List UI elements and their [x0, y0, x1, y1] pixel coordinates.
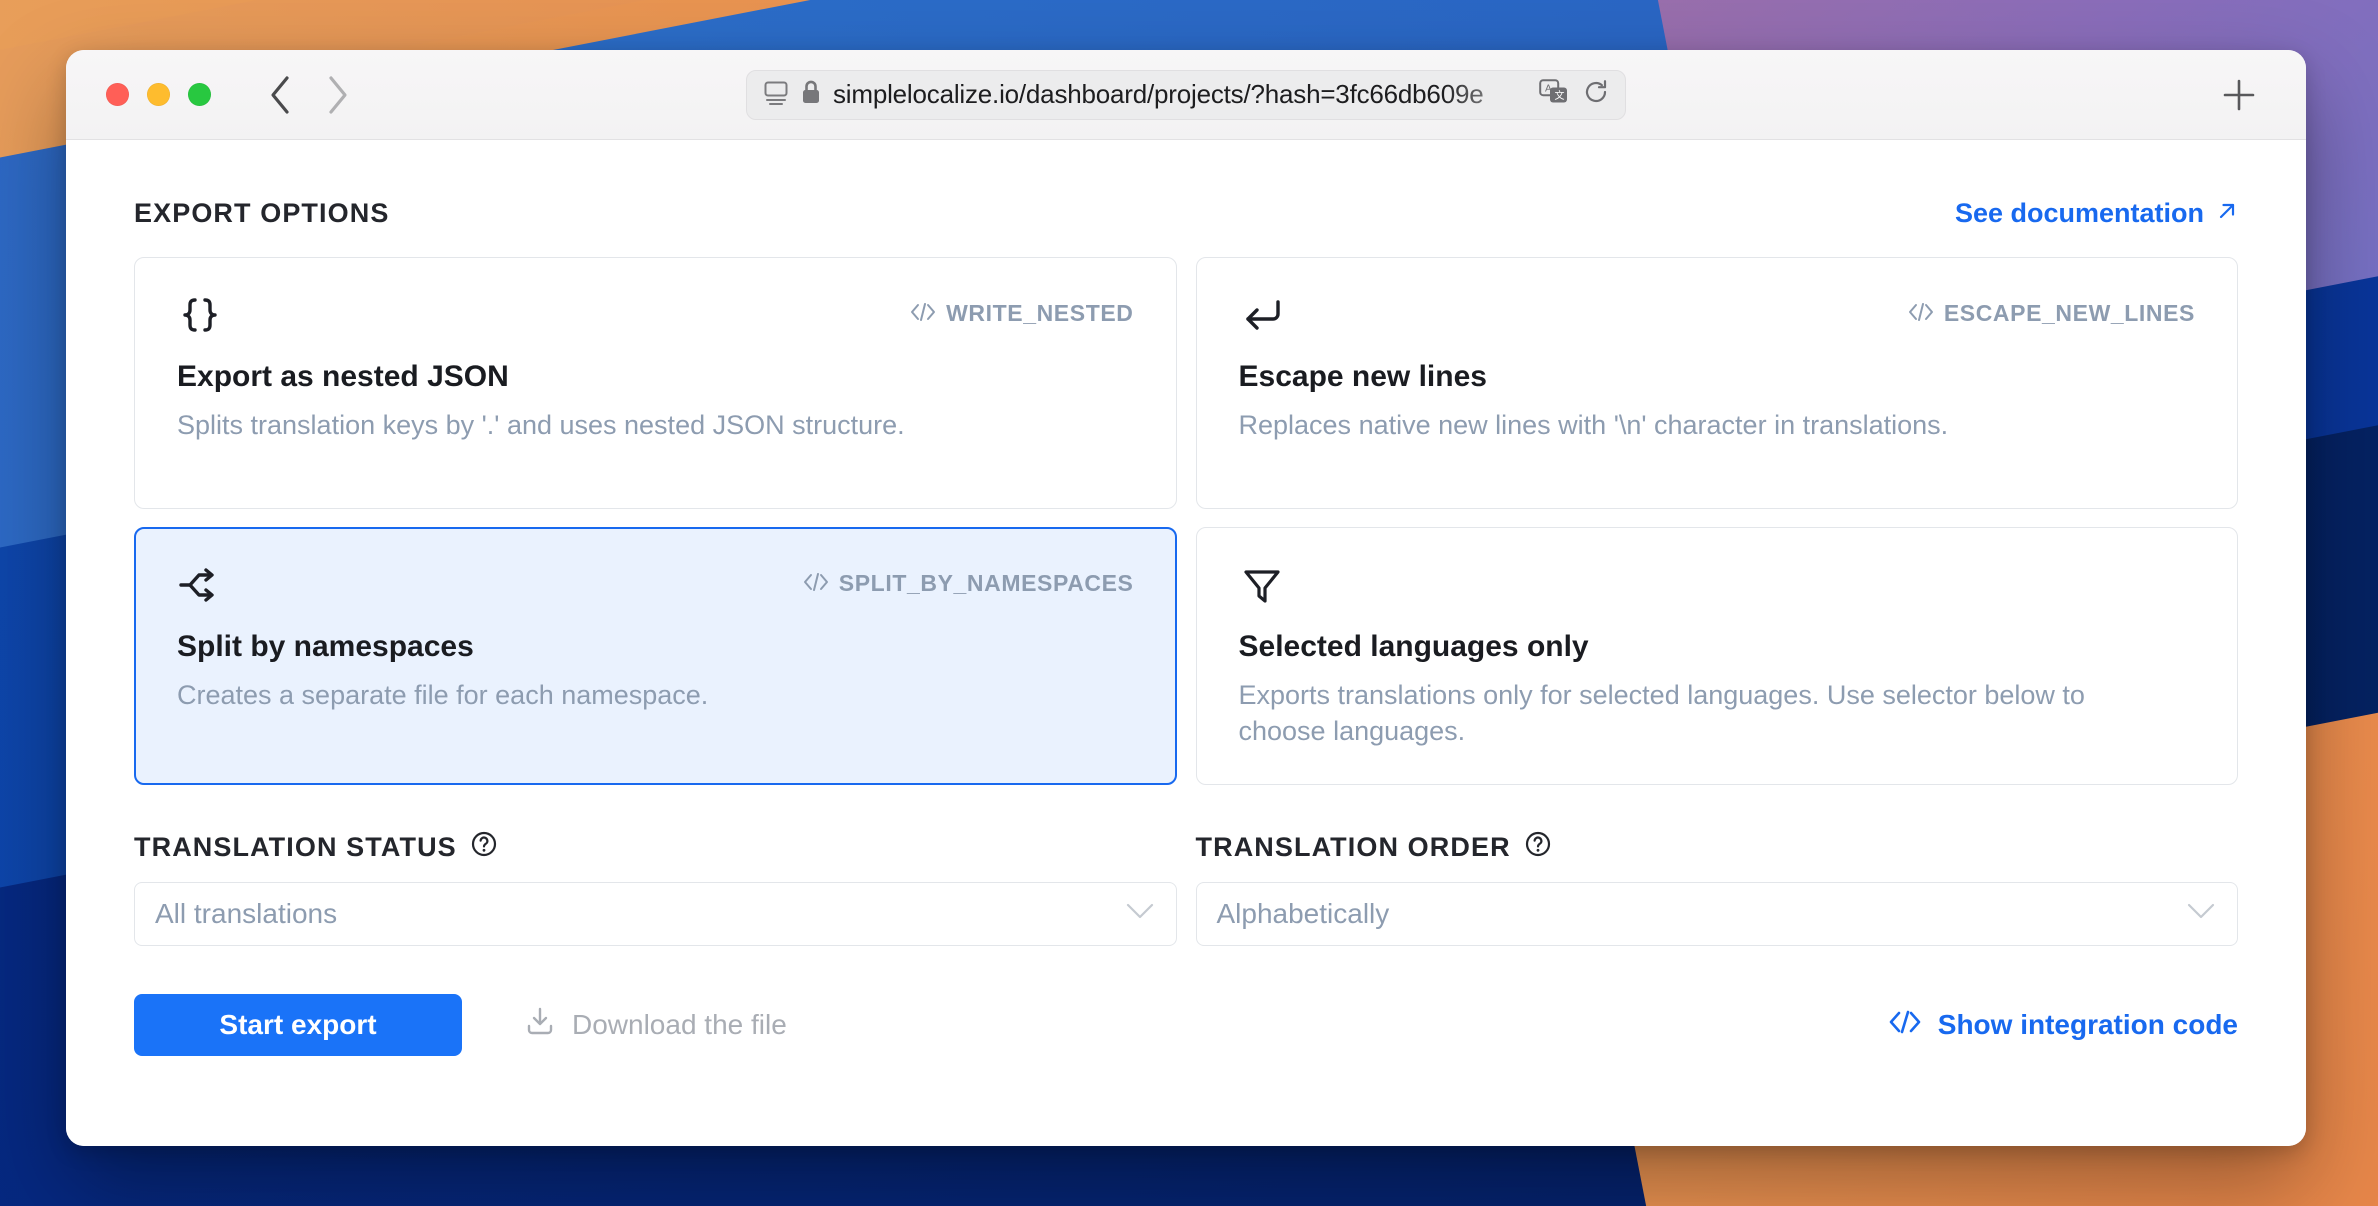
translation-status-value: All translations — [155, 897, 338, 929]
translation-status-field: TRANSLATION STATUS All translations — [134, 831, 1177, 946]
start-export-button[interactable]: Start export — [134, 993, 462, 1056]
address-bar[interactable]: simplelocalize.io/dashboard/projects/?ha… — [746, 69, 1626, 120]
code-brackets-icon — [910, 300, 936, 327]
svg-text:文: 文 — [1555, 89, 1565, 102]
code-brackets-icon — [1908, 300, 1934, 327]
option-description: Splits translation keys by '.' and uses … — [177, 410, 905, 440]
card-header: ESCAPE_NEW_LINES — [1239, 288, 2196, 350]
see-documentation-link[interactable]: See documentation — [1955, 198, 2238, 229]
option-code-text: SPLIT_BY_NAMESPACES — [838, 570, 1134, 596]
split-arrows-icon — [177, 558, 223, 608]
sidebar-toggle-icon[interactable] — [763, 79, 789, 110]
export-options-grid: WRITE_NESTED Export as nested JSON Split… — [134, 257, 2238, 785]
translation-status-select[interactable]: All translations — [134, 881, 1177, 946]
option-card-selected-languages-only[interactable]: Selected languages only Exports translat… — [1195, 527, 2238, 785]
minimize-window-button[interactable] — [147, 83, 170, 106]
download-file-label: Download the file — [572, 1008, 787, 1040]
browser-window: simplelocalize.io/dashboard/projects/?ha… — [66, 50, 2306, 1146]
navigation-buttons — [267, 74, 351, 116]
browser-titlebar: simplelocalize.io/dashboard/projects/?ha… — [66, 50, 2306, 140]
translation-order-value: Alphabetically — [1216, 897, 1390, 929]
show-integration-code-label: Show integration code — [1937, 1008, 2238, 1040]
desktop-wallpaper: simplelocalize.io/dashboard/projects/?ha… — [0, 0, 2378, 1206]
window-controls — [106, 83, 211, 106]
back-button[interactable] — [267, 74, 293, 116]
translation-order-select[interactable]: Alphabetically — [1195, 881, 2238, 946]
translation-status-label-row: TRANSLATION STATUS — [134, 831, 1177, 864]
section-header: EXPORT OPTIONS See documentation — [134, 198, 2238, 229]
close-window-button[interactable] — [106, 83, 129, 106]
forward-button[interactable] — [325, 74, 351, 116]
address-bar-actions: A 文 — [1539, 79, 1609, 110]
option-title: Selected languages only — [1238, 630, 1589, 663]
return-arrow-icon — [1239, 288, 1285, 338]
option-title: Escape new lines — [1238, 360, 1487, 393]
page-content: EXPORT OPTIONS See documentation WRITE_N… — [66, 140, 2306, 1146]
new-tab-button[interactable] — [2222, 78, 2256, 112]
padlock-icon — [801, 79, 821, 110]
download-icon — [524, 1005, 556, 1044]
translation-status-label: TRANSLATION STATUS — [134, 831, 457, 862]
translation-order-field: TRANSLATION ORDER Alphabetically — [1195, 831, 2239, 946]
option-title: Export as nested JSON — [177, 360, 509, 393]
option-title: Split by namespaces — [177, 630, 474, 663]
curly-braces-icon — [177, 288, 223, 338]
option-code-badge: ESCAPE_NEW_LINES — [1908, 288, 2195, 327]
option-code-text: WRITE_NESTED — [946, 300, 1134, 326]
card-header: SPLIT_BY_NAMESPACES — [177, 558, 1134, 620]
funnel-icon — [1239, 558, 1285, 608]
option-description: Replaces native new lines with '\n' char… — [1238, 410, 1949, 440]
code-brackets-icon — [1888, 1009, 1922, 1041]
card-header: WRITE_NESTED — [177, 288, 1134, 350]
external-link-icon — [2216, 198, 2238, 229]
option-code-badge: WRITE_NESTED — [910, 288, 1133, 327]
show-integration-code-link[interactable]: Show integration code — [1888, 1009, 2238, 1041]
card-header — [1239, 558, 2196, 620]
option-card-write-nested[interactable]: WRITE_NESTED Export as nested JSON Split… — [134, 257, 1177, 509]
chevron-down-icon — [2187, 902, 2215, 925]
chevron-down-icon — [1126, 902, 1154, 925]
option-description: Exports translations only for selected l… — [1238, 680, 2085, 746]
download-file-button[interactable]: Download the file — [524, 1005, 787, 1044]
option-description: Creates a separate file for each namespa… — [177, 680, 709, 710]
translate-icon[interactable]: A 文 — [1539, 79, 1569, 110]
url-text: simplelocalize.io/dashboard/projects/?ha… — [833, 79, 1484, 109]
option-card-escape-new-lines[interactable]: ESCAPE_NEW_LINES Escape new lines Replac… — [1195, 257, 2238, 509]
actions-row: Start export Download the file Show inte… — [134, 993, 2238, 1056]
filters-row: TRANSLATION STATUS All translations TRAN… — [134, 831, 2238, 946]
option-code-badge: SPLIT_BY_NAMESPACES — [803, 558, 1134, 597]
reload-icon[interactable] — [1583, 79, 1609, 110]
translation-order-label: TRANSLATION ORDER — [1195, 831, 1511, 862]
question-circle-icon[interactable] — [1525, 831, 1551, 864]
maximize-window-button[interactable] — [188, 83, 211, 106]
code-brackets-icon — [803, 570, 829, 597]
option-card-split-by-namespaces[interactable]: SPLIT_BY_NAMESPACES Split by namespaces … — [134, 527, 1177, 785]
translation-order-label-row: TRANSLATION ORDER — [1196, 831, 2239, 864]
option-code-text: ESCAPE_NEW_LINES — [1943, 300, 2195, 326]
question-circle-icon[interactable] — [471, 831, 497, 864]
page-title: EXPORT OPTIONS — [134, 198, 390, 228]
see-documentation-label: See documentation — [1954, 198, 2204, 228]
